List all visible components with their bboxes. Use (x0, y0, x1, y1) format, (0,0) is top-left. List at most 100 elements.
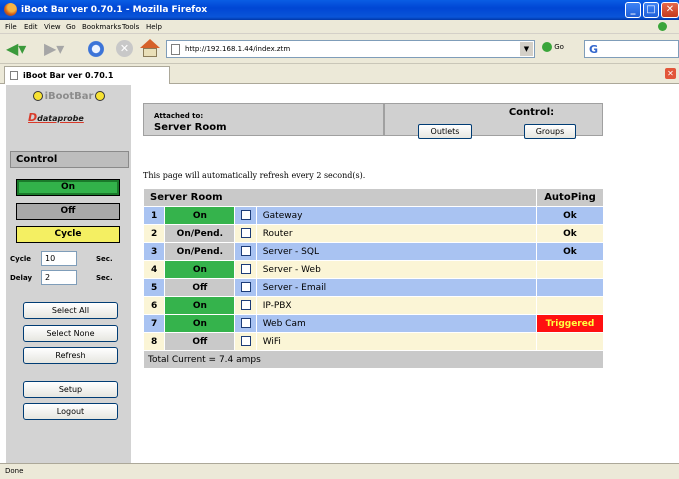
menu-file[interactable]: File (5, 23, 17, 31)
off-button[interactable]: Off (16, 203, 120, 220)
menu-bookmarks[interactable]: Bookmarks (82, 23, 121, 31)
select-all-button[interactable]: Select All (23, 302, 118, 319)
minimize-button[interactable]: _ (625, 2, 641, 18)
smiley-icon (32, 91, 43, 101)
outlet-name[interactable]: WiFi (255, 332, 537, 351)
logout-button[interactable]: Logout (23, 403, 118, 420)
outlet-number: 8 (142, 332, 166, 351)
forward-icon[interactable]: ▶▾ (44, 39, 64, 58)
maximize-button[interactable]: □ (643, 2, 659, 18)
search-box[interactable]: G (584, 40, 679, 58)
menu-go[interactable]: Go (66, 23, 76, 31)
table-row: 8 Off WiFi (142, 332, 605, 351)
outlet-name[interactable]: Web Cam (255, 314, 537, 333)
outlet-select-cell (234, 260, 257, 279)
outlet-name[interactable]: Server - Web (255, 260, 537, 279)
status-text: Done (5, 467, 24, 475)
outlet-checkbox[interactable] (240, 282, 251, 293)
outlet-checkbox[interactable] (240, 228, 251, 239)
attached-to-value: Server Room (154, 122, 227, 133)
auto-refresh-note: This page will automatically refresh eve… (143, 171, 366, 180)
outlet-checkbox[interactable] (240, 246, 251, 257)
reload-icon[interactable] (87, 40, 105, 58)
outlet-select-cell (234, 332, 257, 351)
menu-tools[interactable]: Tools (122, 23, 139, 31)
total-current-row: Total Current = 7.4 amps (143, 350, 604, 369)
outlet-name[interactable]: Gateway (255, 206, 537, 225)
address-bar[interactable]: http://192.168.1.44/index.ztm ▼ (166, 40, 535, 58)
select-none-button[interactable]: Select None (23, 325, 118, 342)
outlet-number: 4 (142, 260, 166, 279)
url-text: http://192.168.1.44/index.ztm (185, 45, 291, 53)
close-tab-icon[interactable]: ✕ (665, 68, 676, 79)
outlet-select-cell (234, 296, 257, 315)
outlet-select-cell (234, 278, 257, 297)
outlet-autoping (535, 260, 605, 279)
window-titlebar: iBoot Bar ver 0.70.1 - Mozilla Firefox _… (0, 0, 679, 20)
delay-time-input[interactable] (41, 270, 77, 285)
table-row: 6 On IP-PBX (142, 296, 605, 315)
outlet-name[interactable]: Server - SQL (255, 242, 537, 261)
tab-bar: iBoot Bar ver 0.70.1 ✕ (0, 64, 679, 84)
outlet-autoping: Triggered (535, 314, 605, 333)
outlet-select-cell (234, 224, 257, 243)
refresh-button[interactable]: Refresh (23, 347, 118, 364)
close-button[interactable]: ✕ (661, 2, 679, 18)
go-button[interactable]: Go (542, 42, 564, 52)
logo-brand: dataprobe (37, 114, 84, 123)
stop-icon[interactable]: ✕ (116, 40, 133, 57)
on-button[interactable]: On (16, 179, 120, 196)
outlet-number: 5 (142, 278, 166, 297)
menu-bar: File Edit View Go Bookmarks Tools Help (0, 20, 679, 34)
outlet-autoping (535, 332, 605, 351)
table-row: 3 On/Pend. Server - SQL Ok (142, 242, 605, 261)
back-icon[interactable]: ◀▾ (6, 39, 26, 58)
google-icon: G (589, 43, 599, 56)
setup-button[interactable]: Setup (23, 381, 118, 398)
outlet-autoping: Ok (535, 206, 605, 225)
outlet-table: Server Room AutoPing 1 On Gateway Ok 2 On/Pen… (142, 188, 605, 369)
address-dropdown-icon[interactable]: ▼ (520, 42, 533, 56)
outlet-name[interactable]: Server - Email (255, 278, 537, 297)
cycle-time-input[interactable] (41, 251, 77, 266)
autoping-header: AutoPing (535, 188, 605, 207)
go-icon (542, 42, 552, 52)
menu-view[interactable]: View (44, 23, 61, 31)
iboot-logo: iBootBar Ddataprobe (14, 89, 124, 127)
groups-button[interactable]: Groups (524, 124, 576, 139)
menu-help[interactable]: Help (146, 23, 162, 31)
control-heading: Control (10, 151, 129, 168)
home-icon[interactable] (140, 39, 160, 58)
table-title: Server Room (143, 188, 537, 207)
outlet-number: 7 (142, 314, 166, 333)
page-content: iBootBar Ddataprobe Control On Off Cycle… (0, 85, 679, 463)
tab-iboot[interactable]: iBoot Bar ver 0.70.1 (4, 66, 170, 84)
table-row: 2 On/Pend. Router Ok (142, 224, 605, 243)
attached-to-label: Attached to: (154, 112, 204, 120)
outlet-name[interactable]: IP-PBX (255, 296, 537, 315)
outlet-checkbox[interactable] (240, 264, 251, 275)
delay-time-label: Delay (10, 274, 33, 282)
table-row: 1 On Gateway Ok (142, 206, 605, 225)
outlet-select-cell (234, 242, 257, 261)
outlet-status: On (164, 314, 236, 333)
window-title: iBoot Bar ver 0.70.1 - Mozilla Firefox (21, 5, 208, 15)
cycle-time-row: Cycle Sec. (10, 251, 128, 267)
outlet-status: On/Pend. (164, 224, 236, 243)
outlet-checkbox[interactable] (240, 210, 251, 221)
outlet-name[interactable]: Router (255, 224, 537, 243)
outlet-checkbox[interactable] (240, 318, 251, 329)
menu-edit[interactable]: Edit (24, 23, 38, 31)
outlet-status: Off (164, 278, 236, 297)
tab-favicon-icon (10, 71, 18, 80)
outlet-autoping: Ok (535, 224, 605, 243)
outlet-checkbox[interactable] (240, 336, 251, 347)
go-label: Go (554, 43, 564, 51)
outlet-checkbox[interactable] (240, 300, 251, 311)
table-row: 7 On Web Cam Triggered (142, 314, 605, 333)
throbber-icon (658, 22, 667, 31)
outlets-button[interactable]: Outlets (418, 124, 472, 139)
outlet-number: 6 (142, 296, 166, 315)
outlet-status: On (164, 296, 236, 315)
cycle-button[interactable]: Cycle (16, 226, 120, 243)
